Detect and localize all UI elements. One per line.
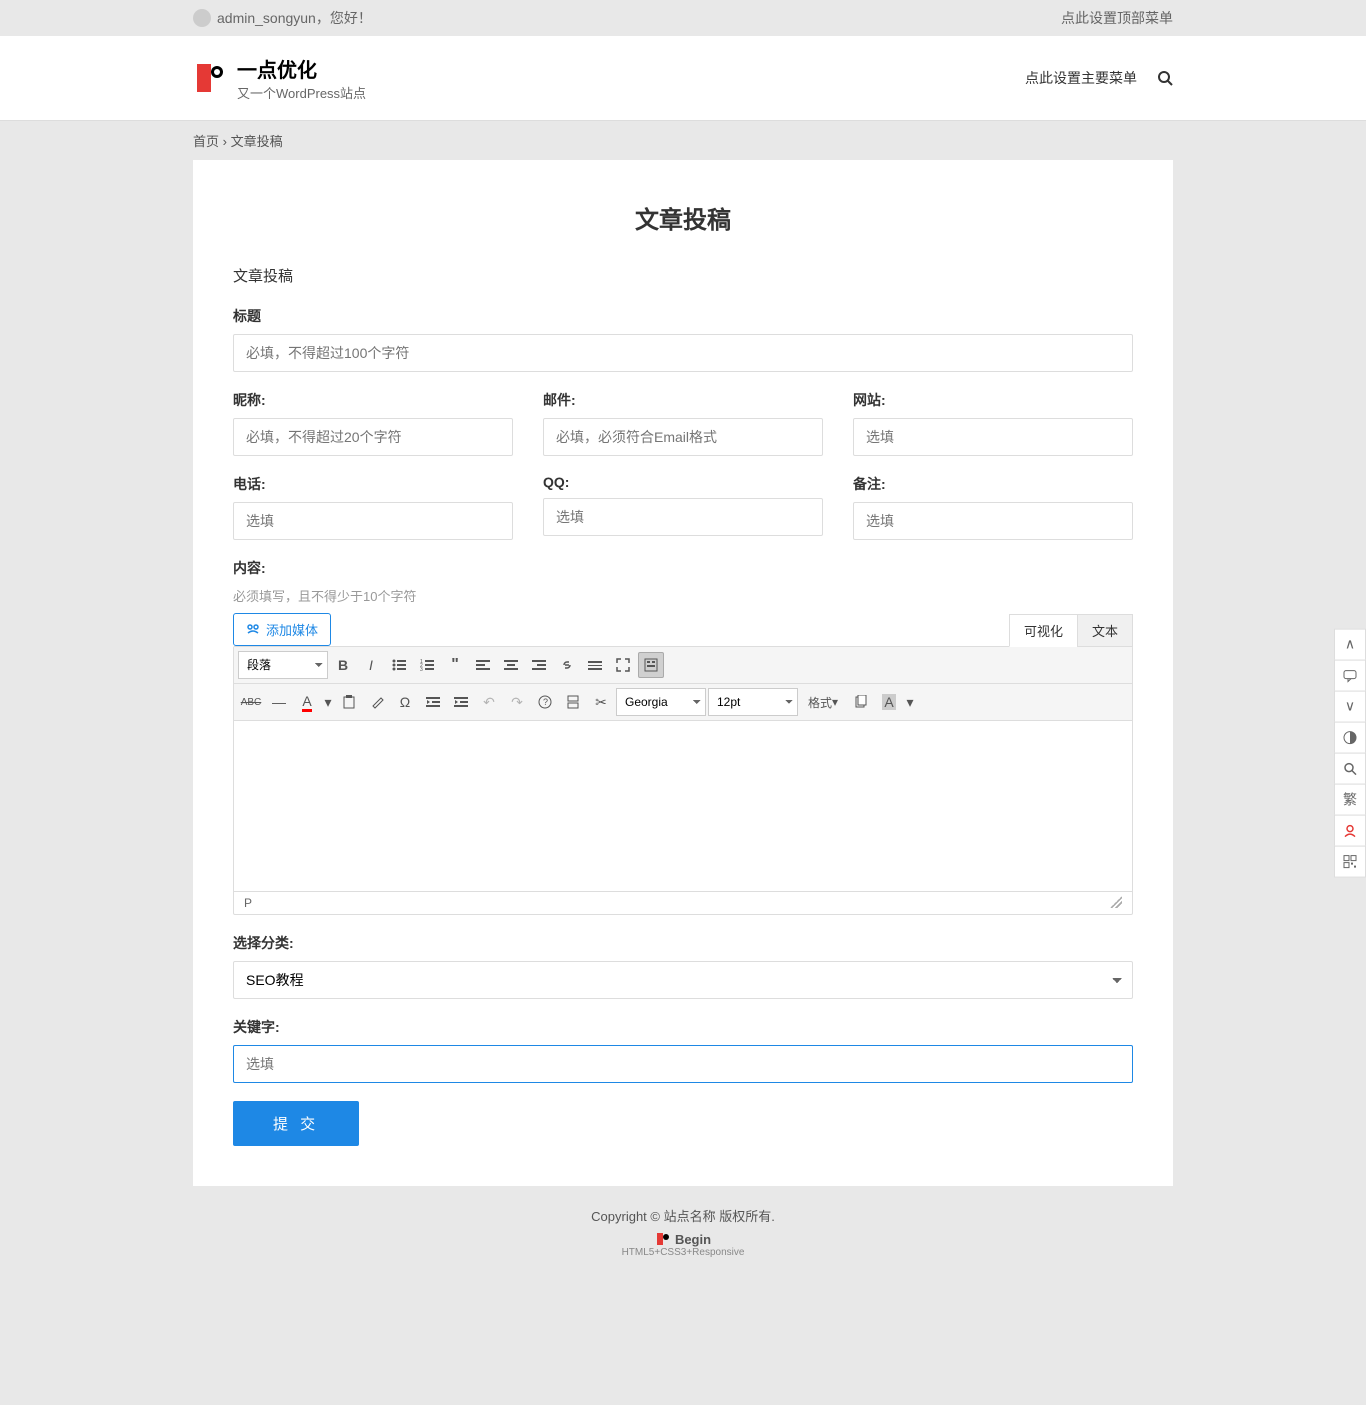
lang-button[interactable]: 繁 (1334, 783, 1366, 815)
logo-icon (193, 60, 229, 96)
font-select[interactable]: Georgia (616, 688, 706, 716)
bg-color-icon[interactable]: A (876, 689, 902, 715)
editor-body[interactable] (234, 721, 1132, 891)
svg-text:?: ? (543, 697, 548, 707)
copy-icon[interactable] (848, 689, 874, 715)
copyright: Copyright © 站点名称 版权所有. (0, 1206, 1366, 1225)
page-title: 文章投稿 (233, 200, 1133, 235)
avatar-icon (193, 9, 211, 27)
user-button[interactable] (1334, 814, 1366, 846)
align-right-icon[interactable] (526, 652, 552, 678)
hr-icon[interactable]: — (266, 689, 292, 715)
username[interactable]: admin_songyun (217, 10, 316, 26)
keyword-label: 关键字: (233, 1017, 1133, 1037)
tab-visual[interactable]: 可视化 (1009, 614, 1078, 647)
undo-icon[interactable]: ↶ (476, 689, 502, 715)
category-select[interactable]: SEO教程 (233, 961, 1133, 999)
theme-button[interactable] (1334, 721, 1366, 753)
editor-toolbar-1: 段落 B I 123 " (234, 647, 1132, 684)
paste-text-icon[interactable] (336, 689, 362, 715)
content-label: 内容: (233, 558, 1133, 578)
toolbar-toggle-icon[interactable] (638, 652, 664, 678)
search-icon[interactable] (1157, 70, 1173, 86)
site-title: 一点优化 (237, 54, 366, 83)
content-hint: 必须填写，且不得少于10个字符 (233, 586, 1133, 605)
scroll-top-button[interactable]: ∧ (1334, 628, 1366, 660)
editor: 段落 B I 123 " ABC — A ▾ Ω (233, 646, 1133, 915)
qq-label: QQ: (543, 474, 823, 490)
bold-icon[interactable]: B (330, 652, 356, 678)
text-color-icon[interactable]: A (294, 689, 320, 715)
italic-icon[interactable]: I (358, 652, 384, 678)
website-label: 网站: (853, 390, 1133, 410)
resize-handle[interactable] (1110, 896, 1122, 908)
special-char-icon[interactable]: Ω (392, 689, 418, 715)
link-icon[interactable] (554, 652, 580, 678)
scroll-down-button[interactable]: ∨ (1334, 690, 1366, 722)
main-menu-setup[interactable]: 点此设置主要菜单 (1025, 68, 1137, 88)
clear-format-icon[interactable] (364, 689, 390, 715)
outdent-icon[interactable] (420, 689, 446, 715)
redo-icon[interactable]: ↷ (504, 689, 530, 715)
number-list-icon[interactable]: 123 (414, 652, 440, 678)
qr-button[interactable] (1334, 845, 1366, 877)
side-tools: ∧ ∨ 繁 (1334, 628, 1366, 876)
breadcrumb-current: 文章投稿 (231, 134, 283, 149)
keyword-input[interactable] (233, 1045, 1133, 1083)
logo[interactable]: 一点优化 又一个WordPress站点 (193, 54, 366, 102)
submit-button[interactable]: 提 交 (233, 1101, 359, 1146)
size-select[interactable]: 12pt (708, 688, 798, 716)
text-color-dropdown-icon[interactable]: ▾ (322, 689, 334, 715)
category-label: 选择分类: (233, 933, 1133, 953)
remark-input[interactable] (853, 502, 1133, 540)
phone-input[interactable] (233, 502, 513, 540)
svg-text:3: 3 (420, 667, 423, 672)
email-input[interactable] (543, 418, 823, 456)
site-subtitle: 又一个WordPress站点 (237, 83, 366, 102)
style-select[interactable]: 格式 ▾ (800, 689, 846, 715)
editor-path: P (244, 896, 252, 910)
main-content: 文章投稿 文章投稿 标题 昵称: 邮件: 网站: 电话: QQ: 备注: (193, 160, 1173, 1186)
topbar: admin_songyun ，您好！ 点此设置顶部菜单 (0, 0, 1366, 36)
bullet-list-icon[interactable] (386, 652, 412, 678)
cut-icon[interactable]: ✂ (588, 689, 614, 715)
footer: Copyright © 站点名称 版权所有. Begin HTML5+CSS3+… (0, 1186, 1366, 1288)
strikethrough-icon[interactable]: ABC (238, 689, 264, 715)
help-icon[interactable]: ? (532, 689, 558, 715)
breadcrumb: 首页 › 文章投稿 (193, 131, 1173, 150)
section-title: 文章投稿 (233, 265, 1133, 286)
topbar-menu-setup[interactable]: 点此设置顶部菜单 (1061, 8, 1173, 28)
email-label: 邮件: (543, 390, 823, 410)
comment-button[interactable] (1334, 659, 1366, 691)
bg-color-dropdown-icon[interactable]: ▾ (904, 689, 916, 715)
media-icon (246, 623, 260, 637)
editor-toolbar-2: ABC — A ▾ Ω ↶ ↷ ? ✂ Georgia 12pt 格式 ▾ A … (234, 684, 1132, 721)
align-left-icon[interactable] (470, 652, 496, 678)
breadcrumb-home[interactable]: 首页 (193, 134, 219, 149)
quote-icon[interactable]: " (442, 652, 468, 678)
tab-text[interactable]: 文本 (1077, 614, 1133, 647)
indent-icon[interactable] (448, 689, 474, 715)
page-break-icon[interactable] (560, 689, 586, 715)
more-icon[interactable] (582, 652, 608, 678)
fullscreen-icon[interactable] (610, 652, 636, 678)
nickname-label: 昵称: (233, 390, 513, 410)
nickname-input[interactable] (233, 418, 513, 456)
format-select[interactable]: 段落 (238, 651, 328, 679)
qq-input[interactable] (543, 498, 823, 536)
remark-label: 备注: (853, 474, 1133, 494)
header: 一点优化 又一个WordPress站点 点此设置主要菜单 (0, 36, 1366, 121)
phone-label: 电话: (233, 474, 513, 494)
add-media-button[interactable]: 添加媒体 (233, 613, 331, 646)
website-input[interactable] (853, 418, 1133, 456)
footer-logo-icon (655, 1231, 671, 1247)
title-label: 标题 (233, 306, 1133, 326)
search-button[interactable] (1334, 752, 1366, 784)
user-greeting: admin_songyun ，您好！ (193, 8, 372, 28)
title-input[interactable] (233, 334, 1133, 372)
align-center-icon[interactable] (498, 652, 524, 678)
